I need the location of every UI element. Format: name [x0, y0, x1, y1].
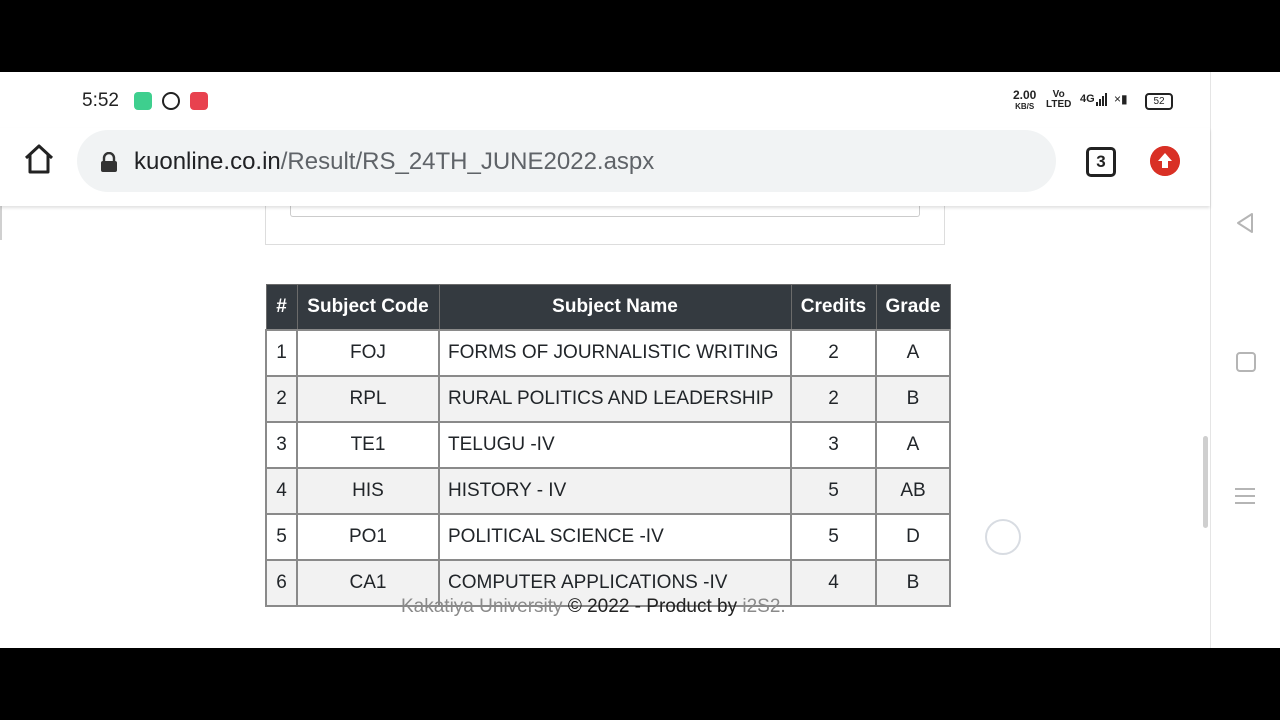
cell-grade: B: [875, 559, 951, 607]
floating-assistant-button[interactable]: [985, 519, 1021, 555]
table-row: 2 RPL RURAL POLITICS AND LEADERSHIP 2 B: [265, 375, 951, 423]
cell-num: 1: [265, 329, 298, 377]
vendor-link[interactable]: i2S2.: [742, 596, 785, 617]
status-bar: 5:52 2.00 KB/S Vo LTED 4G ×▮ 52: [0, 72, 1210, 128]
column-header-num: #: [265, 284, 298, 331]
column-header-subject-code: Subject Code: [296, 284, 440, 331]
results-table: # Subject Code Subject Name Credits Grad…: [265, 284, 951, 607]
network-type: 4G: [1080, 93, 1095, 105]
table-row: 4 HIS HISTORY - IV 5 AB: [265, 467, 951, 515]
cell-subject-name: RURAL POLITICS AND LEADERSHIP: [438, 375, 792, 423]
footer-copyright: © 2022 - Product by: [562, 596, 743, 617]
cell-num: 2: [265, 375, 298, 423]
battery-icon: 52: [1145, 93, 1173, 110]
signal-no-service-icon: ×▮: [1114, 92, 1128, 106]
table-row: 5 PO1 POLITICAL SCIENCE -IV 5 D: [265, 513, 951, 561]
cell-credits: 3: [790, 421, 877, 469]
signal-strength-icon: [1096, 92, 1108, 106]
cell-subject-code: RPL: [296, 375, 440, 423]
table-row: 1 FOJ FORMS OF JOURNALISTIC WRITING 2 A: [265, 329, 951, 377]
url-host: kuonline.co.in: [134, 148, 281, 175]
column-header-grade: Grade: [875, 284, 951, 331]
cell-subject-name: FORMS OF JOURNALISTIC WRITING: [438, 329, 792, 377]
lock-icon: [101, 152, 117, 172]
cell-subject-code: FOJ: [296, 329, 440, 377]
cell-subject-code: HIS: [296, 467, 440, 515]
cell-num: 6: [265, 559, 298, 607]
url-path: /Result/RS_24TH_JUNE2022.aspx: [280, 148, 655, 175]
cell-num: 4: [265, 467, 298, 515]
update-arrow-icon[interactable]: [1150, 146, 1180, 176]
table-row: 3 TE1 TELUGU -IV 3 A: [265, 421, 951, 469]
cell-grade: A: [875, 329, 951, 377]
cell-grade: B: [875, 375, 951, 423]
column-header-subject-name: Subject Name: [438, 284, 792, 331]
cell-subject-name: HISTORY - IV: [438, 467, 792, 515]
table-header-row: # Subject Code Subject Name Credits Grad…: [265, 284, 951, 331]
url-text[interactable]: kuonline.co.in/Result/RS_24TH_JUNE2022.a…: [134, 148, 654, 176]
scrollbar-thumb[interactable]: [1203, 436, 1208, 528]
cell-credits: 2: [790, 329, 877, 377]
home-icon[interactable]: [22, 142, 56, 176]
cell-num: 3: [265, 421, 298, 469]
cell-subject-name: TELUGU -IV: [438, 421, 792, 469]
whatsapp-notification-icon: [162, 92, 180, 110]
browser-toolbar: kuonline.co.in/Result/RS_24TH_JUNE2022.a…: [0, 128, 1210, 206]
chat-app-notification-icon: [134, 92, 152, 110]
cell-credits: 4: [790, 559, 877, 607]
cell-subject-code: TE1: [296, 421, 440, 469]
cell-credits: 5: [790, 467, 877, 515]
status-time: 5:52: [82, 90, 119, 111]
cell-credits: 2: [790, 375, 877, 423]
page-footer: Kakatiya University © 2022 - Product by …: [401, 596, 786, 618]
device-screen: 5:52 2.00 KB/S Vo LTED 4G ×▮ 52 kuonline…: [0, 72, 1280, 648]
home-square-icon[interactable]: [1236, 352, 1256, 372]
cell-num: 5: [265, 513, 298, 561]
kakatiya-university-link[interactable]: Kakatiya University: [401, 596, 563, 617]
cell-subject-name: POLITICAL SCIENCE -IV: [438, 513, 792, 561]
volte-indicator: Vo LTED: [1046, 89, 1072, 110]
network-speed: 2.00 KB/S: [1013, 88, 1037, 111]
navigation-bar: [1210, 72, 1280, 648]
cell-grade: A: [875, 421, 951, 469]
cell-grade: AB: [875, 467, 951, 515]
cell-subject-code: PO1: [296, 513, 440, 561]
cell-grade: D: [875, 513, 951, 561]
back-icon[interactable]: [1235, 212, 1255, 234]
menu-icon[interactable]: [1235, 488, 1255, 509]
column-header-credits: Credits: [790, 284, 877, 331]
tab-switcher-button[interactable]: 3: [1086, 147, 1116, 177]
video-app-notification-icon: [190, 92, 208, 110]
cell-credits: 5: [790, 513, 877, 561]
